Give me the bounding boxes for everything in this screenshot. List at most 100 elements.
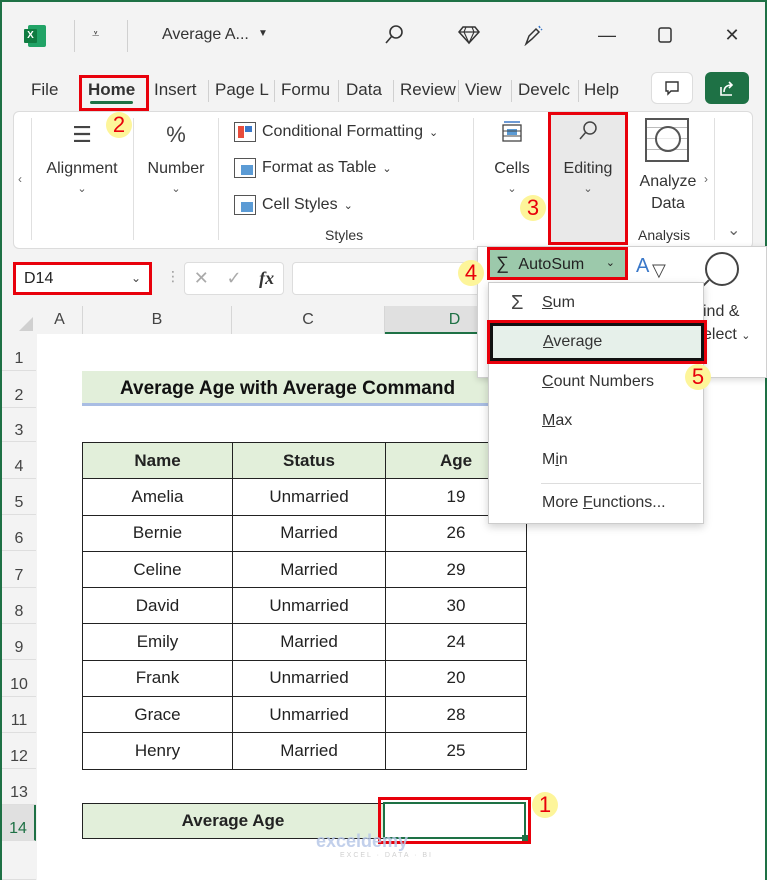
sort-filter-icon[interactable]: A: [636, 255, 649, 278]
title-dropdown-icon[interactable]: ▼: [258, 28, 268, 39]
tab-page-layout[interactable]: Page L: [211, 74, 273, 106]
menu-item-min[interactable]: Min: [489, 441, 703, 479]
row-header[interactable]: 6: [2, 515, 36, 551]
row-header[interactable]: 5: [2, 479, 36, 515]
premium-diamond-icon[interactable]: [456, 22, 482, 48]
quick-access-customize-icon[interactable]: ⩡: [92, 26, 99, 42]
cell-status[interactable]: Married: [232, 514, 386, 552]
row-header[interactable]: 12: [2, 733, 36, 769]
autosum-button[interactable]: ∑ AutoSum ⌄: [487, 247, 628, 280]
cancel-icon[interactable]: ✕: [194, 268, 209, 289]
analyze-data-button[interactable]: Analyze Data: [636, 171, 700, 215]
cell-status[interactable]: Unmarried: [232, 478, 386, 516]
fill-handle[interactable]: [522, 835, 528, 841]
cell-age[interactable]: 28: [385, 696, 527, 734]
table-row: David Unmarried 30: [82, 587, 527, 625]
cell-name[interactable]: Emily: [82, 623, 233, 661]
format-as-table-button[interactable]: Format as Table ⌄: [234, 158, 392, 178]
table-row: Bernie Married 26: [82, 514, 527, 552]
menu-item-sum[interactable]: Σ Sum: [489, 284, 703, 322]
cell-status[interactable]: Unmarried: [232, 587, 386, 625]
divider: [393, 80, 394, 102]
chevron-down-icon[interactable]: ⌄: [131, 265, 141, 292]
sigma-icon: Σ: [511, 292, 524, 314]
find-select-button[interactable]: ind & elect ⌄: [703, 300, 750, 348]
conditional-formatting-button[interactable]: Conditional Formatting ⌄: [234, 122, 438, 142]
row-header[interactable]: 2: [2, 371, 36, 408]
insert-function-icon[interactable]: fx: [259, 268, 274, 289]
ribbon-expand-icon[interactable]: ⌄: [727, 220, 740, 240]
row-header[interactable]: 1: [2, 334, 36, 371]
column-header-b[interactable]: B: [83, 306, 232, 334]
tab-data[interactable]: Data: [342, 74, 386, 106]
row-header[interactable]: 10: [2, 660, 36, 697]
menu-item-more-functions[interactable]: More Functions...: [489, 484, 703, 522]
tab-file[interactable]: File: [27, 74, 62, 106]
tab-insert[interactable]: Insert: [150, 74, 201, 106]
cell-name[interactable]: David: [82, 587, 233, 625]
cell-status[interactable]: Married: [232, 623, 386, 661]
pen-icon[interactable]: [520, 22, 546, 48]
menu-item-count-numbers[interactable]: Count Numbers: [489, 363, 703, 401]
number-group-button[interactable]: % Number ⌄: [140, 120, 212, 195]
cell-status[interactable]: Unmarried: [232, 659, 386, 698]
cell-status[interactable]: Married: [232, 550, 386, 589]
cell-name[interactable]: Henry: [82, 732, 233, 770]
cell-name[interactable]: Amelia: [82, 478, 233, 516]
cell-age[interactable]: 20: [385, 659, 527, 698]
editing-group-content[interactable]: Editing ⌄: [550, 120, 626, 195]
tab-view[interactable]: View: [461, 74, 506, 106]
cells-group-button[interactable]: Cells ⌄: [484, 120, 540, 195]
cell-age[interactable]: 24: [385, 623, 527, 661]
table-row: Frank Unmarried 20: [82, 659, 527, 698]
minimize-icon[interactable]: —: [594, 22, 620, 48]
row-header[interactable]: 4: [2, 442, 36, 479]
cell-age[interactable]: 29: [385, 550, 527, 589]
menu-item-max[interactable]: Max: [489, 402, 703, 440]
enter-icon[interactable]: ✓: [226, 268, 241, 289]
row-header[interactable]: 9: [2, 624, 36, 660]
cell-status[interactable]: Married: [232, 732, 386, 770]
cell-name[interactable]: Celine: [82, 550, 233, 589]
filter-icon[interactable]: ▽: [652, 260, 666, 281]
search-icon[interactable]: [381, 22, 407, 48]
row-header[interactable]: 14: [2, 805, 36, 841]
comments-button[interactable]: [651, 72, 693, 104]
formula-bar-grip-icon[interactable]: ⋮: [166, 268, 180, 285]
cell-styles-button[interactable]: Cell Styles ⌄: [234, 195, 353, 215]
cell-status[interactable]: Unmarried: [232, 696, 386, 734]
divider: [218, 118, 219, 240]
analyze-data-icon[interactable]: [645, 118, 689, 162]
cell-name[interactable]: Grace: [82, 696, 233, 734]
close-icon[interactable]: ✕: [719, 22, 745, 48]
row-header[interactable]: 11: [2, 697, 36, 733]
cell-age[interactable]: 25: [385, 732, 527, 770]
divider: [578, 80, 579, 102]
name-box[interactable]: D14 ⌄: [13, 262, 152, 295]
column-header-a[interactable]: A: [37, 306, 83, 334]
tab-review[interactable]: Review: [396, 74, 460, 106]
find-select-icon[interactable]: [705, 252, 739, 286]
select-all-button[interactable]: [2, 306, 36, 334]
share-button[interactable]: [705, 72, 749, 104]
row-header[interactable]: 13: [2, 769, 36, 805]
document-title[interactable]: Average A...: [162, 26, 249, 44]
maximize-icon[interactable]: [652, 22, 678, 48]
chevron-down-icon: ⌄: [741, 330, 751, 342]
column-header-c[interactable]: C: [232, 306, 385, 334]
tab-developer[interactable]: Develc: [514, 74, 574, 106]
ribbon-scroll-left-icon[interactable]: ‹: [18, 172, 22, 186]
cell-name[interactable]: Frank: [82, 659, 233, 698]
cell-age[interactable]: 30: [385, 587, 527, 625]
tab-formulas[interactable]: Formu: [277, 74, 334, 106]
row-header[interactable]: 7: [2, 551, 36, 588]
formula-buttons: ✕ ✓ fx: [184, 262, 284, 295]
menu-item-average[interactable]: Average: [487, 320, 707, 364]
divider: [473, 118, 474, 240]
watermark: exceldemy EXCEL · DATA · BI: [316, 831, 433, 859]
row-header[interactable]: 8: [2, 588, 36, 624]
row-header[interactable]: 3: [2, 408, 36, 442]
tab-help[interactable]: Help: [580, 74, 623, 106]
cell-name[interactable]: Bernie: [82, 514, 233, 552]
ribbon-scroll-right-icon[interactable]: ›: [704, 172, 708, 186]
